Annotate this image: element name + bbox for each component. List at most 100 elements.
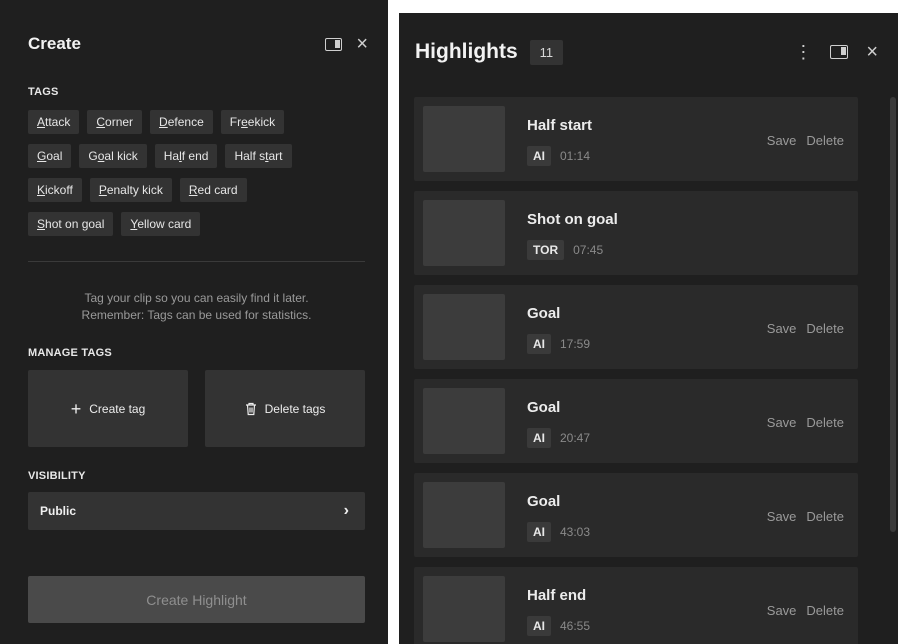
create-header-icons: × — [325, 34, 368, 54]
save-button[interactable]: Save — [767, 509, 797, 524]
source-badge: AI — [527, 146, 551, 166]
delete-button[interactable]: Delete — [806, 415, 844, 430]
highlight-thumbnail — [423, 106, 505, 172]
delete-button[interactable]: Delete — [806, 603, 844, 618]
tag-chip[interactable]: Half end — [154, 144, 218, 168]
divider — [28, 261, 365, 262]
highlight-thumbnail — [423, 388, 505, 454]
highlight-meta: AI 17:59 — [527, 334, 590, 354]
save-button[interactable]: Save — [767, 321, 797, 336]
highlight-meta: AI 46:55 — [527, 616, 590, 636]
panel-toggle-icon[interactable] — [325, 37, 343, 51]
highlight-name: Half start — [527, 117, 593, 134]
source-badge: AI — [527, 428, 551, 448]
highlights-header: Highlights 11 ⋮ × — [415, 37, 878, 67]
highlight-actions: Save Delete — [767, 133, 844, 148]
tag-row: Kickoff Penalty kick Red card — [28, 178, 368, 202]
highlight-name: Goal — [527, 305, 561, 322]
highlight-actions: Save Delete — [767, 321, 844, 336]
highlight-timestamp: 20:47 — [560, 431, 591, 445]
create-highlight-button[interactable]: Create Highlight — [28, 576, 365, 623]
highlight-actions: Save Delete — [767, 509, 844, 524]
scrollbar[interactable] — [890, 97, 896, 532]
highlight-card[interactable]: Goal AI 17:59 Save Delete — [414, 285, 858, 369]
highlight-card[interactable]: Goal AI 20:47 Save Delete — [414, 379, 858, 463]
tag-chip[interactable]: Red card — [179, 178, 247, 202]
highlight-meta: TOR 07:45 — [527, 240, 603, 260]
highlight-name: Goal — [527, 493, 561, 510]
create-panel: Create × TAGS Attack Corner Defence Freekic… — [0, 0, 388, 644]
tag-help-text: Tag your clip so you can easily find it … — [28, 290, 365, 324]
highlight-timestamp: 43:03 — [560, 525, 591, 539]
highlight-card[interactable]: Goal AI 43:03 Save Delete — [414, 473, 858, 557]
highlight-thumbnail — [423, 576, 505, 642]
delete-tags-button[interactable]: Delete tags — [205, 370, 365, 447]
highlight-card[interactable]: Half end AI 46:55 Save Delete — [414, 567, 858, 644]
tag-chip[interactable]: Goal — [28, 144, 72, 168]
tag-chip[interactable]: Yellow card — [121, 212, 201, 236]
create-title: Create — [28, 34, 81, 53]
visibility-label: VISIBILITY — [28, 470, 86, 482]
highlight-thumbnail — [423, 200, 505, 266]
highlight-meta: AI 01:14 — [527, 146, 590, 166]
close-icon[interactable]: × — [356, 34, 368, 54]
tag-chip[interactable]: Penalty kick — [89, 178, 172, 202]
highlights-title: Highlights — [415, 40, 518, 63]
save-button[interactable]: Save — [767, 415, 797, 430]
delete-tags-label: Delete tags — [264, 401, 326, 416]
highlight-actions: Save Delete — [767, 415, 844, 430]
highlights-list: Half start AI 01:14 Save Delete Shot on goal T… — [414, 97, 858, 644]
close-icon[interactable]: × — [866, 42, 878, 62]
highlight-timestamp: 46:55 — [560, 619, 591, 633]
tag-list: Attack Corner Defence Freekick Goal Goal kick… — [28, 110, 368, 246]
tag-row: Attack Corner Defence Freekick — [28, 110, 368, 134]
delete-button[interactable]: Delete — [806, 509, 844, 524]
highlight-card[interactable]: Shot on goal TOR 07:45 — [414, 191, 858, 275]
highlight-name: Half end — [527, 587, 587, 604]
help-line-2: Remember: Tags can be used for statistic… — [81, 308, 312, 322]
highlight-timestamp: 01:14 — [560, 149, 591, 163]
save-button[interactable]: Save — [767, 603, 797, 618]
create-tag-button[interactable]: + Create tag — [28, 370, 188, 447]
highlight-actions: Save Delete — [767, 603, 844, 618]
tag-chip[interactable]: Goal kick — [79, 144, 147, 168]
highlight-meta: AI 43:03 — [527, 522, 590, 542]
highlight-name: Shot on goal — [527, 211, 618, 228]
highlight-timestamp: 07:45 — [573, 243, 604, 257]
chevron-right-icon: › — [343, 502, 349, 519]
trash-icon — [245, 402, 256, 415]
highlights-header-icons: ⋮ × — [794, 42, 878, 62]
source-badge: TOR — [527, 240, 565, 260]
tag-chip[interactable]: Corner — [87, 110, 143, 134]
help-line-1: Tag your clip so you can easily find it … — [84, 291, 309, 305]
highlight-timestamp: 17:59 — [560, 337, 591, 351]
tag-chip[interactable]: Shot on goal — [28, 212, 114, 236]
save-button[interactable]: Save — [767, 133, 797, 148]
highlights-panel: Highlights 11 ⋮ × Half start AI 01:14 Save D… — [399, 13, 898, 644]
tags-section-label: TAGS — [28, 86, 59, 98]
source-badge: AI — [527, 522, 551, 542]
panel-toggle-icon[interactable] — [830, 45, 849, 59]
highlight-card[interactable]: Half start AI 01:14 Save Delete — [414, 97, 858, 181]
tag-chip[interactable]: Half start — [225, 144, 292, 168]
plus-icon: + — [70, 398, 82, 419]
highlight-thumbnail — [423, 482, 505, 548]
tag-chip[interactable]: Attack — [28, 110, 80, 134]
source-badge: AI — [527, 616, 551, 636]
tag-chip[interactable]: Kickoff — [28, 178, 82, 202]
delete-button[interactable]: Delete — [806, 321, 844, 336]
tag-chip[interactable]: Freekick — [220, 110, 285, 134]
create-tag-label: Create tag — [89, 401, 146, 416]
visibility-select[interactable]: Public › — [28, 492, 365, 530]
highlight-name: Goal — [527, 399, 561, 416]
highlight-thumbnail — [423, 294, 505, 360]
tag-row: Goal Goal kick Half end Half start — [28, 144, 368, 168]
source-badge: AI — [527, 334, 551, 354]
highlight-meta: AI 20:47 — [527, 428, 590, 448]
visibility-value: Public — [40, 504, 77, 518]
highlights-count-badge: 11 — [529, 39, 564, 65]
manage-tags-label: MANAGE TAGS — [28, 347, 112, 359]
tag-chip[interactable]: Defence — [150, 110, 213, 134]
delete-button[interactable]: Delete — [806, 133, 844, 148]
more-vertical-icon[interactable]: ⋮ — [794, 43, 812, 61]
